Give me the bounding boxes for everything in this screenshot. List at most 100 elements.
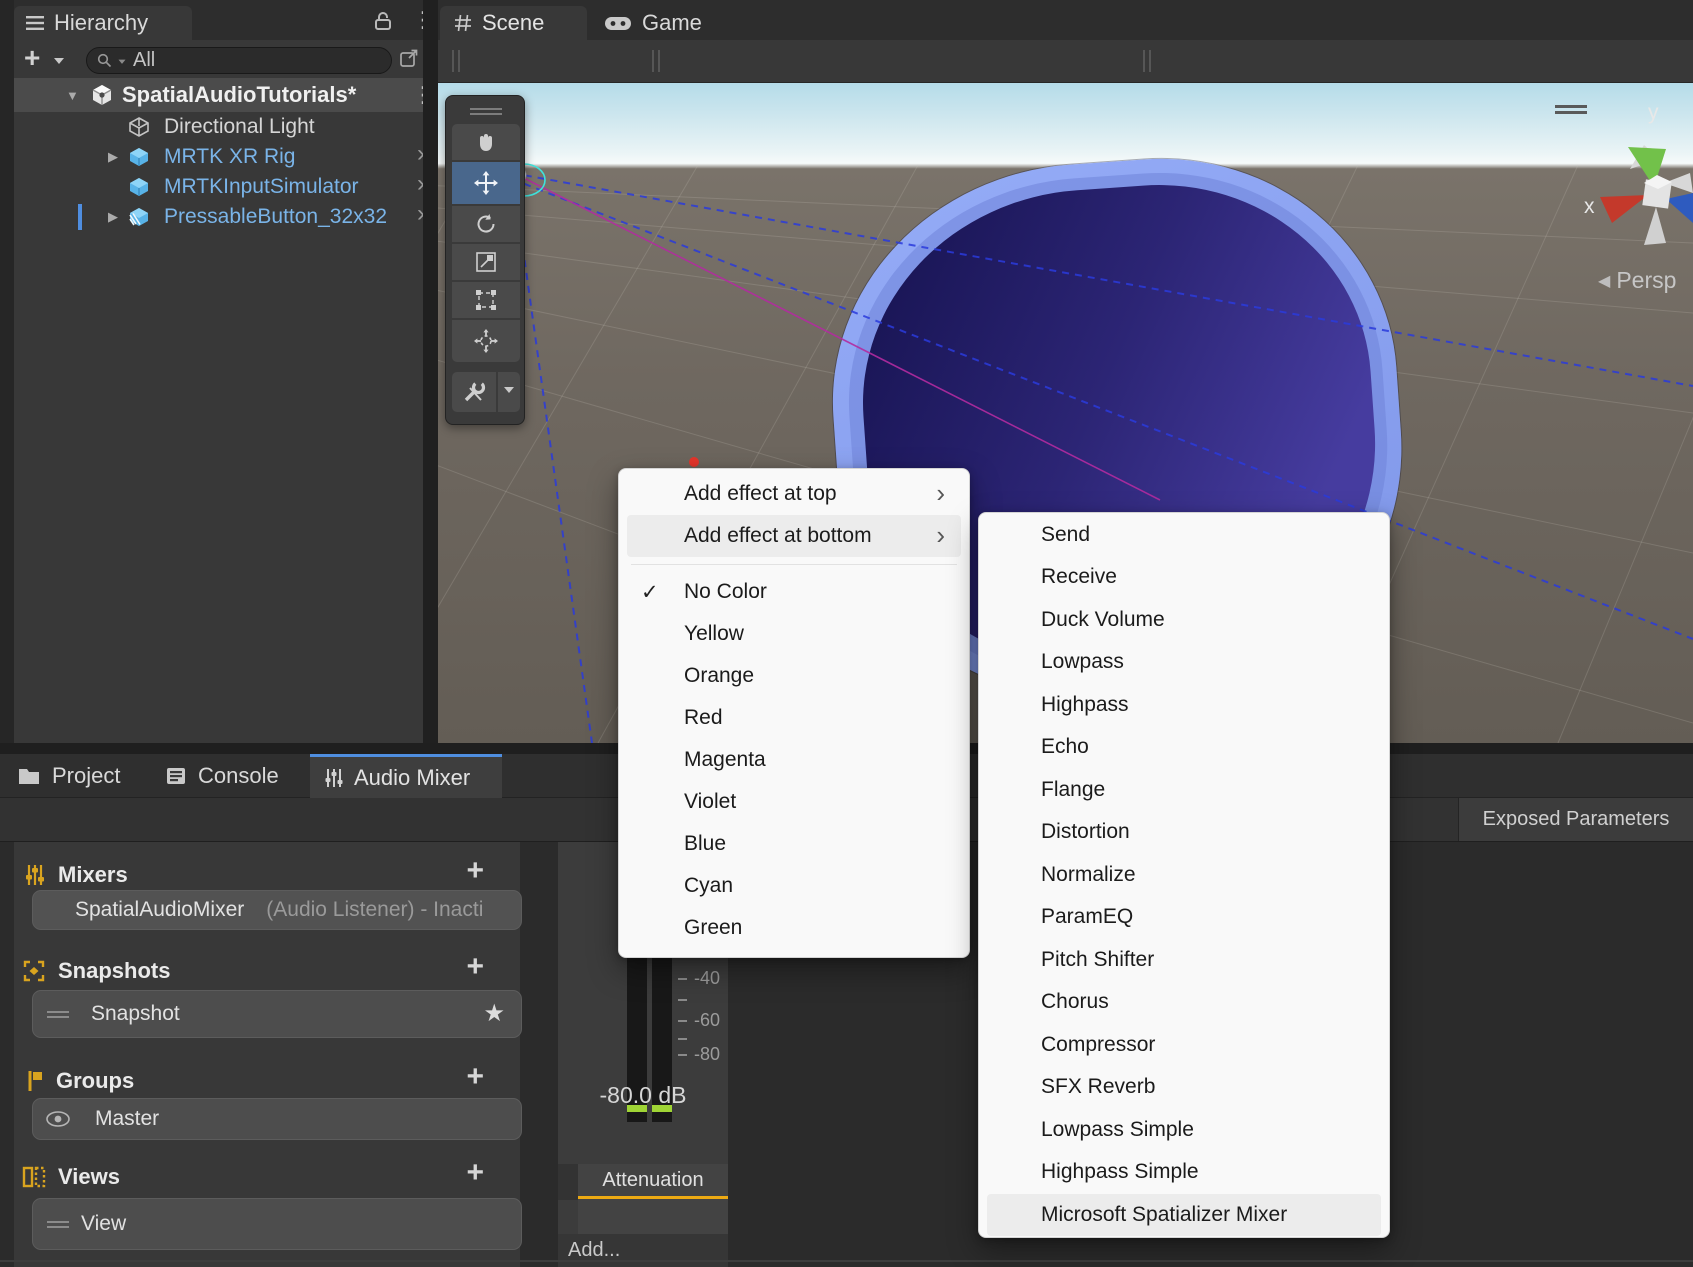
scene-root-label: SpatialAudioTutorials*: [122, 82, 356, 108]
submenu-item-parameq[interactable]: ParamEQ: [987, 896, 1381, 938]
submenu-item-duck-volume[interactable]: Duck Volume: [987, 599, 1381, 641]
lock-icon[interactable]: [372, 10, 394, 32]
submenu-item-lowpass-simple[interactable]: Lowpass Simple: [987, 1109, 1381, 1151]
submenu-item-microsoft-spatializer-mixer[interactable]: Microsoft Spatializer Mixer: [987, 1194, 1381, 1236]
folder-icon: [18, 767, 40, 785]
mixer-row-spatialaudiomixer[interactable]: SpatialAudioMixer (Audio Listener) - Ina…: [32, 890, 522, 930]
submenu-item-chorus[interactable]: Chorus: [987, 981, 1381, 1023]
tab-audio-mixer-label: Audio Mixer: [354, 765, 470, 791]
snapshot-star-icon[interactable]: ★: [483, 999, 505, 1028]
drag-grip-icon: [47, 1218, 69, 1231]
expander-icon[interactable]: ▶: [108, 209, 124, 225]
submenu-arrow-icon: ›: [936, 478, 945, 509]
exposed-parameters-button[interactable]: Exposed Parameters: [1458, 798, 1693, 841]
submenu-item-compressor[interactable]: Compressor: [987, 1024, 1381, 1066]
add-mixer-button[interactable]: +: [466, 856, 484, 886]
visibility-eye-icon[interactable]: [45, 1110, 71, 1128]
transform-tool-button[interactable]: [452, 320, 520, 362]
add-effect-button[interactable]: Add...: [558, 1234, 728, 1267]
volume-value[interactable]: -80.0 dB: [558, 1082, 728, 1109]
submenu-item-echo[interactable]: Echo: [987, 726, 1381, 768]
menu-item-color-no-color[interactable]: ✓ No Color: [627, 571, 961, 613]
submenu-item-sfx-reverb[interactable]: SFX Reverb: [987, 1066, 1381, 1108]
submenu-item-distortion[interactable]: Distortion: [987, 811, 1381, 853]
scene-root-row[interactable]: ▼ SpatialAudioTutorials* ⋮: [14, 78, 423, 112]
hierarchy-list-icon: [26, 16, 44, 30]
transform-tool-icon: [474, 329, 498, 353]
scale-tool-button[interactable]: [452, 244, 520, 280]
panel-divider[interactable]: [423, 0, 438, 743]
menu-item-label: Flange: [1041, 778, 1105, 802]
attenuation-effect-slot[interactable]: Attenuation: [578, 1164, 728, 1234]
hand-tool-button[interactable]: [452, 124, 520, 160]
tab-hierarchy[interactable]: Hierarchy: [14, 6, 192, 40]
hierarchy-row-mrtk-xr-rig[interactable]: ▶ MRTK XR Rig ›: [28, 142, 437, 172]
scene-expander-icon[interactable]: ▼: [66, 88, 82, 103]
meter-tick-label: -60: [694, 1010, 720, 1031]
hierarchy-row-mrtk-input-simulator[interactable]: MRTKInputSimulator ›: [28, 172, 437, 202]
scene-grid-icon: [454, 14, 472, 32]
projection-switch[interactable]: ◀ Persp: [1598, 267, 1676, 294]
gizmo-axes: [1566, 119, 1693, 249]
tab-project[interactable]: Project: [18, 754, 120, 798]
submenu-item-highpass-simple[interactable]: Highpass Simple: [987, 1151, 1381, 1193]
submenu-arrow-icon: ›: [936, 520, 945, 551]
add-view-button[interactable]: +: [466, 1158, 484, 1188]
groups-icon: [26, 1069, 44, 1093]
submenu-item-normalize[interactable]: Normalize: [987, 854, 1381, 896]
group-row-master[interactable]: Master: [32, 1098, 522, 1140]
prefab-cube-icon: [128, 176, 150, 198]
palette-drag-handle[interactable]: [470, 105, 502, 118]
menu-item-color-violet[interactable]: Violet: [627, 781, 961, 823]
submenu-item-lowpass[interactable]: Lowpass: [987, 641, 1381, 683]
rect-tool-button[interactable]: [452, 282, 520, 318]
effects-submenu: Send Receive Duck Volume Lowpass Highpas…: [978, 512, 1390, 1238]
toolbar-separator: [1143, 50, 1151, 72]
menu-item-add-effect-bottom[interactable]: Add effect at bottom ›: [627, 515, 961, 557]
gameobject-cube-icon: [128, 116, 150, 138]
hierarchy-row-pressable-button[interactable]: ▶ PressableButton_32x32 ›: [28, 202, 437, 232]
menu-item-label: Blue: [684, 832, 726, 856]
menu-item-color-cyan[interactable]: Cyan: [627, 865, 961, 907]
hierarchy-panel: Hierarchy ⋮ + All ▼: [14, 0, 423, 743]
create-object-button[interactable]: +: [24, 42, 40, 74]
tab-console[interactable]: Console: [166, 754, 279, 798]
custom-tools-button[interactable]: [452, 372, 496, 412]
hierarchy-item-label: MRTKInputSimulator: [164, 175, 359, 199]
add-group-button[interactable]: +: [466, 1062, 484, 1092]
menu-item-add-effect-top[interactable]: Add effect at top ›: [627, 473, 961, 515]
exposed-parameters-label: Exposed Parameters: [1483, 808, 1670, 831]
tab-audio-mixer[interactable]: Audio Mixer: [310, 754, 502, 798]
menu-item-color-red[interactable]: Red: [627, 697, 961, 739]
tab-scene[interactable]: Scene: [440, 6, 587, 40]
menu-item-color-orange[interactable]: Orange: [627, 655, 961, 697]
mixers-icon: [24, 864, 46, 886]
view-row[interactable]: View: [32, 1198, 522, 1250]
expander-icon[interactable]: ▶: [108, 149, 124, 165]
pick-window-icon[interactable]: [400, 48, 419, 67]
scene-tabstrip: Scene Game: [438, 0, 1693, 40]
tab-game[interactable]: Game: [596, 6, 736, 40]
menu-item-color-magenta[interactable]: Magenta: [627, 739, 961, 781]
submenu-item-flange[interactable]: Flange: [987, 769, 1381, 811]
hierarchy-row-directional-light[interactable]: Directional Light: [28, 112, 437, 142]
menu-item-color-blue[interactable]: Blue: [627, 823, 961, 865]
submenu-item-highpass[interactable]: Highpass: [987, 684, 1381, 726]
add-snapshot-button[interactable]: +: [466, 952, 484, 982]
x-axis-cone: [1600, 195, 1648, 223]
menu-item-color-yellow[interactable]: Yellow: [627, 613, 961, 655]
menu-item-color-green[interactable]: Green: [627, 907, 961, 949]
custom-tools-dropdown[interactable]: [497, 372, 520, 412]
snapshot-name: Snapshot: [91, 1002, 180, 1026]
create-dropdown-icon[interactable]: [54, 58, 64, 69]
move-tool-button[interactable]: [452, 162, 520, 204]
selection-indicator-bar: [78, 204, 82, 230]
submenu-item-receive[interactable]: Receive: [987, 556, 1381, 598]
hierarchy-search-input[interactable]: All: [86, 47, 392, 74]
submenu-item-send[interactable]: Send: [987, 514, 1381, 556]
tab-project-label: Project: [52, 763, 120, 789]
toolbar-separator: [452, 50, 460, 72]
rotate-tool-button[interactable]: [452, 206, 520, 242]
submenu-item-pitch-shifter[interactable]: Pitch Shifter: [987, 939, 1381, 981]
snapshot-row[interactable]: Snapshot ★: [32, 990, 522, 1038]
